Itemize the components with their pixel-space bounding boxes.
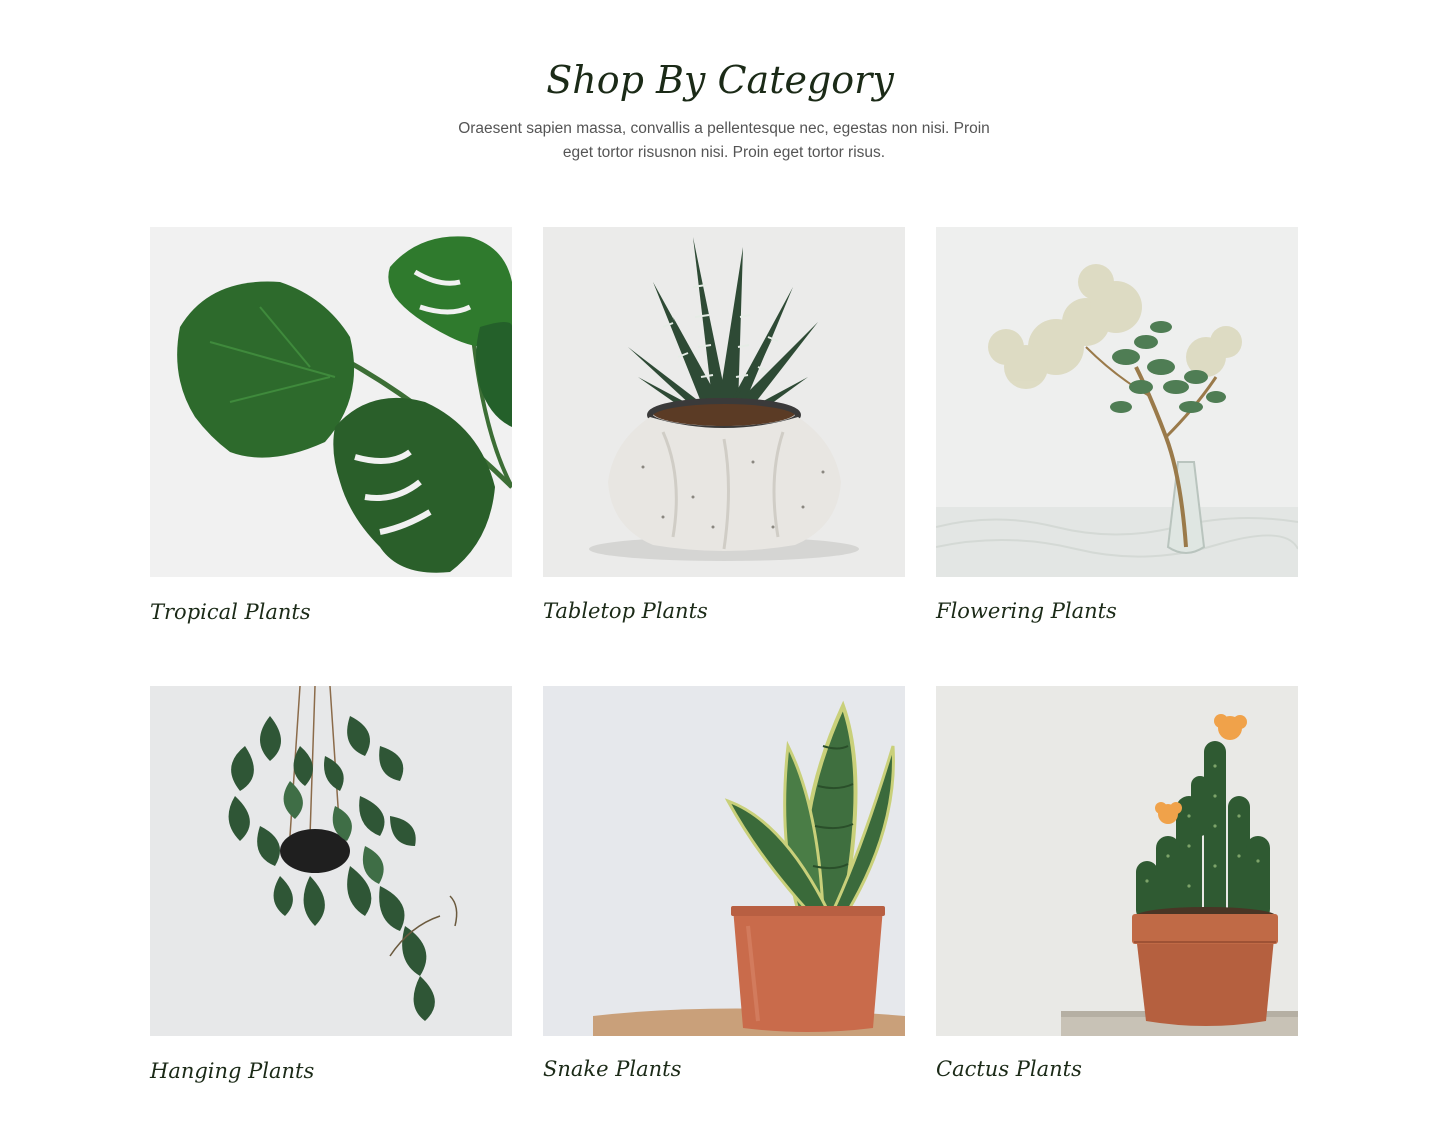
category-image-snake[interactable] — [543, 686, 905, 1036]
section-title: Shop By Category — [546, 58, 894, 102]
category-image-cactus[interactable] — [936, 686, 1298, 1036]
hanging-pothos-image — [150, 686, 512, 1036]
monstera-leaves-image — [150, 227, 512, 577]
section-subtitle: Oraesent sapien massa, convallis a pelle… — [440, 117, 1008, 165]
category-card-flowering[interactable]: Flowering Plants — [936, 227, 1298, 632]
dried-flowers-vase-image — [936, 227, 1298, 577]
category-card-tabletop[interactable]: Tabletop Plants — [543, 227, 905, 632]
category-card-cactus[interactable]: Cactus Plants — [936, 686, 1298, 1091]
category-title-tabletop[interactable]: Tabletop Plants — [543, 596, 708, 626]
category-image-tabletop[interactable] — [543, 227, 905, 577]
subtitle-line-2: eget tortor risusnon nisi. Proin eget to… — [562, 144, 886, 161]
category-card-snake[interactable]: Snake Plants — [543, 686, 905, 1091]
zebra-succulent-pot-image — [543, 227, 905, 577]
category-image-flowering[interactable] — [936, 227, 1298, 577]
snake-plant-terracotta-image — [543, 686, 905, 1036]
category-image-tropical[interactable] — [150, 227, 512, 577]
category-title-hanging[interactable]: Hanging Plants — [150, 1056, 314, 1086]
subtitle-line-1: Oraesent sapien massa, convallis a pelle… — [458, 120, 990, 137]
flowering-cactus-image — [936, 686, 1298, 1036]
category-image-hanging[interactable] — [150, 686, 512, 1036]
category-title-cactus[interactable]: Cactus Plants — [936, 1054, 1082, 1084]
category-title-tropical[interactable]: Tropical Plants — [150, 597, 311, 627]
category-title-flowering[interactable]: Flowering Plants — [936, 596, 1117, 626]
category-title-snake[interactable]: Snake Plants — [543, 1054, 681, 1084]
category-card-hanging[interactable]: Hanging Plants — [150, 686, 512, 1091]
category-card-tropical[interactable]: Tropical Plants — [150, 227, 512, 632]
